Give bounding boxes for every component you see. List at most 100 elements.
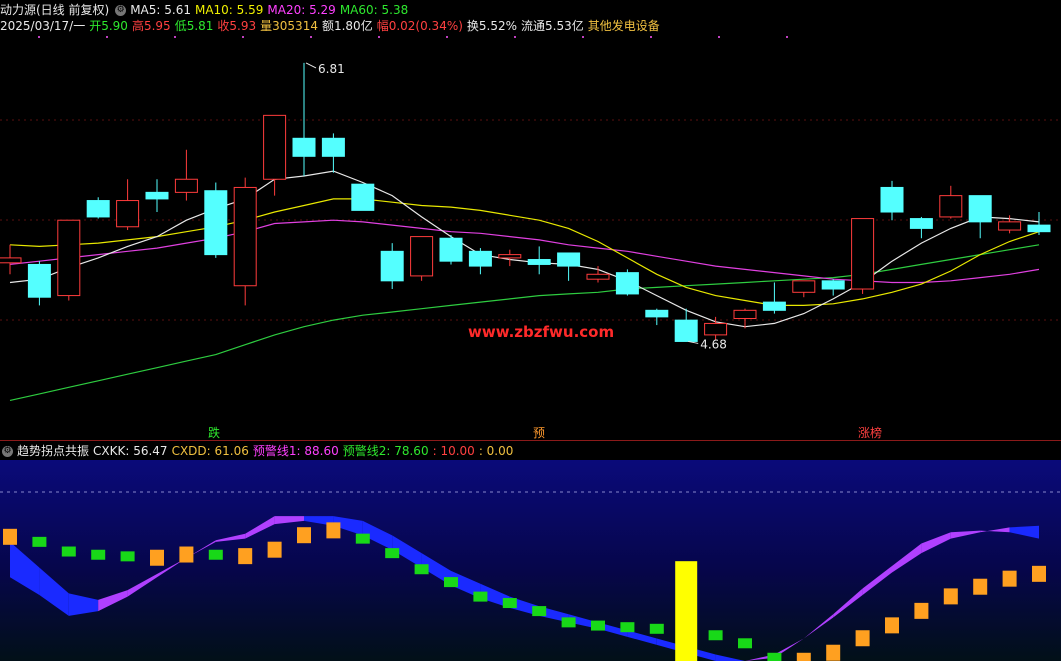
indicator-settings-icon[interactable]: ⚙ <box>2 446 13 457</box>
marker-dot <box>786 36 788 38</box>
signal-fall-label: 跌 <box>208 425 220 440</box>
candle-down <box>527 259 551 265</box>
candle-up <box>263 114 287 180</box>
hist-up <box>326 522 341 539</box>
signal-pre-label: 预 <box>533 426 545 440</box>
hist-down <box>561 617 576 628</box>
hist-down <box>591 620 605 631</box>
candle-down <box>204 190 228 256</box>
indicator-chart[interactable] <box>0 460 1061 661</box>
hist-down <box>620 622 635 633</box>
candle-down <box>145 191 169 200</box>
candle-up <box>174 178 198 193</box>
marker-dot <box>38 36 40 38</box>
candle-down <box>86 200 110 218</box>
marker-dot <box>446 36 448 38</box>
ma10-line <box>9 198 1040 306</box>
hist-down <box>532 606 547 617</box>
candle-down <box>27 263 51 298</box>
candle-up <box>939 195 963 218</box>
indicator-name[interactable]: 趋势拐点共振 <box>17 444 89 458</box>
candle-down <box>645 309 669 318</box>
candle-up <box>733 309 757 320</box>
marker-dot <box>650 36 652 38</box>
marker-dot <box>310 36 312 38</box>
hist-up <box>1002 570 1017 587</box>
hist-up <box>973 578 988 595</box>
hist-down <box>355 533 370 544</box>
low-price-label: 4.68 <box>700 337 727 351</box>
candle-down <box>292 137 316 157</box>
candle-down <box>615 272 639 295</box>
watermark-text: www.zbzfwu.com <box>468 323 614 341</box>
candle-up <box>851 218 875 290</box>
hist-up <box>914 602 929 619</box>
marker-dot <box>242 36 244 38</box>
hist-up <box>943 588 958 605</box>
level0-value: : 0.00 <box>478 444 514 458</box>
candle-down <box>880 186 904 213</box>
marker-dot <box>718 36 720 38</box>
hist-up <box>796 652 811 661</box>
candle-down <box>439 237 463 262</box>
hist-down <box>767 652 782 661</box>
hist-up <box>238 548 253 565</box>
candle-up <box>586 273 610 280</box>
candle-up <box>998 221 1022 231</box>
hist-down <box>32 536 47 547</box>
candle-up <box>704 322 728 336</box>
warn1-value: 预警线1: 88.60 <box>252 444 339 458</box>
cxdd-value: CXDD: 61.06 <box>171 444 249 458</box>
candle-down <box>909 218 933 229</box>
candle-up <box>116 200 140 228</box>
candle-down <box>380 250 404 282</box>
hist-up <box>179 546 194 563</box>
hist-down <box>738 638 752 649</box>
hist-up <box>1032 565 1046 582</box>
cxkk-value: CXKK: 56.47 <box>93 444 168 458</box>
hist-up <box>855 630 870 647</box>
hist-down <box>120 551 135 562</box>
marker-dot <box>106 36 108 38</box>
hist-down <box>385 548 400 559</box>
candle-down <box>821 280 845 290</box>
candle-up <box>233 186 257 287</box>
candle-up <box>410 236 434 277</box>
candle-up <box>498 254 522 259</box>
marker-dot <box>582 36 584 38</box>
signal-bar <box>675 561 698 661</box>
hist-down <box>708 630 723 641</box>
candle-down <box>968 195 992 223</box>
hist-down <box>502 598 517 609</box>
marker-dot <box>378 36 380 38</box>
hist-down <box>61 546 76 557</box>
candle-up <box>792 280 816 293</box>
signal-top-label: 涨榜 <box>858 425 882 440</box>
hist-down <box>649 623 664 634</box>
hist-down <box>91 549 106 560</box>
hist-down <box>473 591 488 602</box>
candle-down <box>762 301 786 311</box>
ma20-line <box>9 219 1040 284</box>
hist-up <box>826 644 841 661</box>
high-price-label: 6.81 <box>318 62 345 76</box>
candlestick-chart[interactable]: 6.81 4.68 跌 预 涨榜 www.zbzfwu.com <box>0 0 1061 440</box>
candle-up <box>0 257 22 264</box>
candle-up <box>57 219 81 297</box>
candle-down <box>351 183 375 211</box>
candle-down <box>468 250 492 267</box>
hist-down <box>208 549 223 560</box>
high-arrow <box>305 62 317 69</box>
level10-value: : 10.00 <box>432 444 475 458</box>
marker-dot <box>514 36 516 38</box>
hist-up <box>3 528 17 545</box>
warn2-value: 预警线2: 78.60 <box>342 444 429 458</box>
indicator-header: ⚙ 趋势拐点共振 CXKK: 56.47 CXDD: 61.06 预警线1: 88.60… <box>0 442 517 458</box>
hist-up <box>150 549 164 566</box>
hist-down <box>444 577 458 588</box>
hist-up <box>297 527 311 544</box>
candle-down <box>674 319 698 342</box>
hist-up <box>885 617 899 634</box>
panel-divider[interactable] <box>0 440 1061 441</box>
candle-down <box>557 252 581 267</box>
